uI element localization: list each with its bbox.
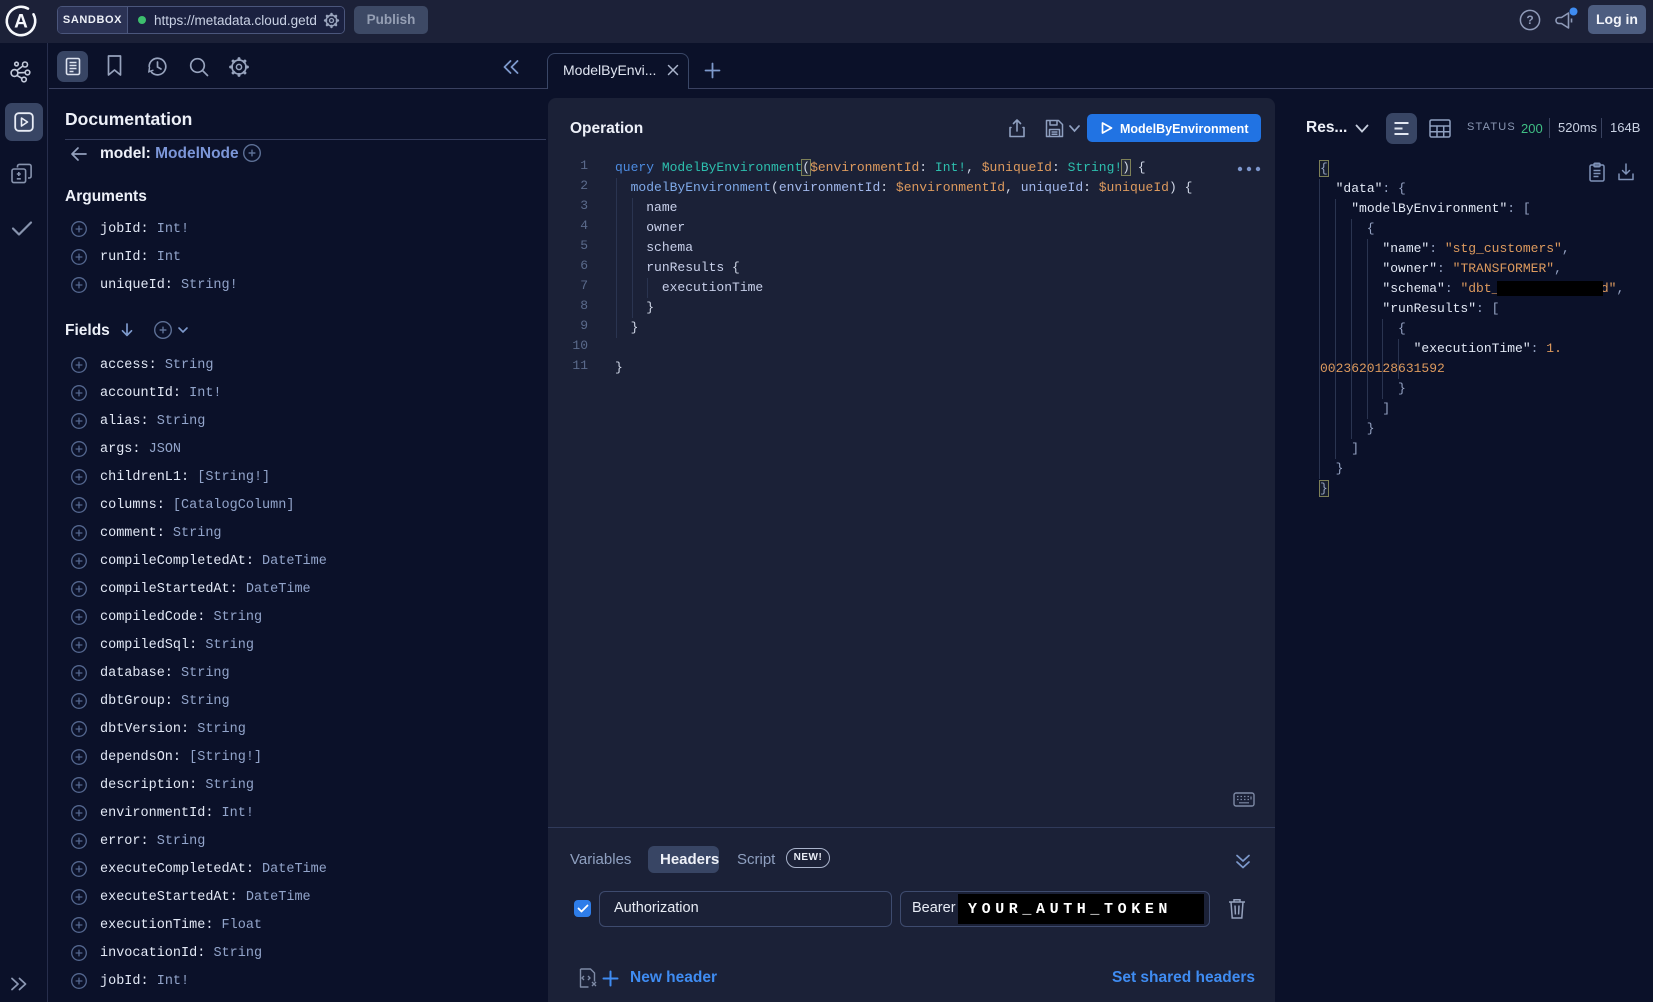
svg-text:?: ? [1526,13,1533,27]
svg-text:A: A [14,12,28,33]
